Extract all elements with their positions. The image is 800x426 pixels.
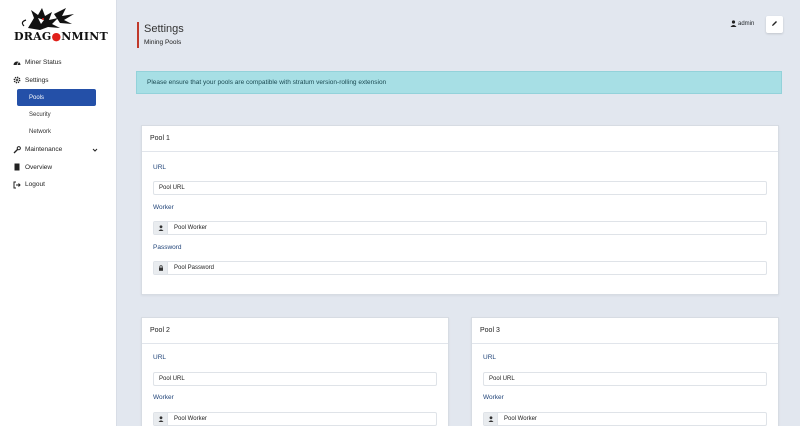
- sidebar-nav: Miner Status Settings Pools Security Net…: [0, 54, 117, 194]
- input-placeholder: Pool Worker: [504, 416, 537, 422]
- logo-text: DRAG●NMINT: [14, 30, 108, 43]
- pool-1-card: Pool 1 URL Pool URL Worker Pool Worker P…: [141, 125, 779, 295]
- pool-2-url-input[interactable]: Pool URL: [153, 372, 437, 386]
- password-label: Password: [153, 244, 182, 251]
- sidebar-item-label: Network: [29, 129, 52, 136]
- worker-label: Worker: [153, 394, 174, 401]
- url-label: URL: [153, 164, 167, 171]
- sidebar-item-label: Security: [29, 111, 51, 118]
- title-accent-bar: [137, 22, 139, 48]
- pool-3-worker-input[interactable]: Pool Worker: [483, 412, 767, 426]
- pool-1-password-input[interactable]: Pool Password: [153, 261, 767, 275]
- sidebar-item-pools[interactable]: Pools: [17, 89, 96, 106]
- sidebar-item-label: Logout: [25, 181, 45, 189]
- sidebar-item-label: Miner Status: [25, 59, 62, 67]
- sidebar-item-label: Settings: [25, 76, 49, 84]
- user-icon: [730, 20, 737, 27]
- sidebar-item-overview[interactable]: Overview: [0, 159, 117, 177]
- user-icon: [154, 222, 168, 234]
- sidebar-item-logout[interactable]: Logout: [0, 176, 117, 194]
- pool-1-url-input[interactable]: Pool URL: [153, 181, 767, 195]
- gear-icon: [13, 76, 21, 84]
- input-placeholder: Pool Password: [174, 265, 215, 271]
- wrench-icon: [13, 145, 21, 154]
- dragonmint-logo[interactable]: DRAG●NMINT: [14, 4, 108, 43]
- pool-3-url-input[interactable]: Pool URL: [483, 372, 767, 386]
- user-icon: [484, 413, 498, 425]
- compatibility-alert: Please ensure that your pools are compat…: [136, 71, 782, 94]
- pool-2-worker-input[interactable]: Pool Worker: [153, 412, 437, 426]
- sidebar-item-miner-status[interactable]: Miner Status: [0, 54, 117, 72]
- lock-icon: [154, 262, 168, 274]
- user-icon: [154, 413, 168, 425]
- sidebar-item-settings[interactable]: Settings: [0, 72, 117, 90]
- input-placeholder: Pool Worker: [174, 416, 207, 422]
- chevron-down-icon: [92, 147, 98, 153]
- input-placeholder: Pool URL: [159, 376, 185, 382]
- pool-1-worker-input[interactable]: Pool Worker: [153, 221, 767, 235]
- pool-card-title: Pool 1: [142, 126, 778, 152]
- pool-card-title: Pool 2: [142, 318, 448, 344]
- alert-text: Please ensure that your pools are compat…: [147, 79, 387, 86]
- worker-label: Worker: [153, 204, 174, 211]
- page-title: Settings: [144, 23, 184, 35]
- dashboard-icon: [13, 59, 21, 67]
- url-label: URL: [483, 354, 497, 361]
- pencil-icon: [771, 20, 778, 29]
- input-placeholder: Pool URL: [159, 185, 185, 191]
- file-icon: [13, 163, 21, 171]
- input-placeholder: Pool Worker: [174, 225, 207, 231]
- dragon-logo-icon: [21, 8, 74, 30]
- username: admin: [738, 20, 755, 27]
- pool-card-title: Pool 3: [472, 318, 778, 344]
- sidebar-item-network[interactable]: Network: [0, 124, 117, 142]
- user-menu[interactable]: admin: [730, 20, 754, 27]
- worker-label: Worker: [483, 394, 504, 401]
- page-subtitle: Mining Pools: [144, 39, 182, 46]
- sidebar: DRAG●NMINT Miner Status Settings Pools S…: [0, 0, 117, 426]
- pool-2-card: Pool 2 URL Pool URL Worker Pool Worker: [141, 317, 449, 426]
- input-placeholder: Pool URL: [489, 376, 515, 382]
- sidebar-item-security[interactable]: Security: [0, 106, 117, 124]
- url-label: URL: [153, 354, 167, 361]
- sidebar-item-label: Maintenance: [25, 146, 63, 154]
- sidebar-item-label: Overview: [25, 163, 53, 171]
- logout-icon: [13, 181, 21, 189]
- sidebar-item-label: Pools: [29, 94, 45, 101]
- sidebar-item-maintenance[interactable]: Maintenance: [0, 141, 117, 159]
- edit-button[interactable]: [766, 16, 783, 33]
- page-header: Settings Mining Pools admin: [118, 0, 800, 60]
- pool-3-card: Pool 3 URL Pool URL Worker Pool Worker: [471, 317, 779, 426]
